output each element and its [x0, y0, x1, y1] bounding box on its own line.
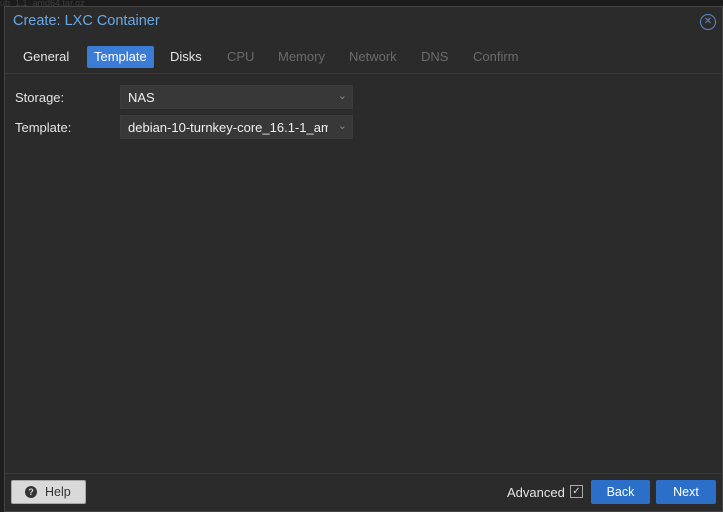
tab-general[interactable]: General [16, 46, 76, 68]
tab-disks[interactable]: Disks [163, 46, 209, 68]
close-icon[interactable]: ✕ [700, 14, 716, 30]
chevron-down-icon[interactable]: ⌄ [338, 89, 347, 102]
template-select[interactable]: debian-10-turnkey-core_16.1-1_amd64.tar.… [120, 115, 353, 139]
template-value: debian-10-turnkey-core_16.1-1_amd64.tar.… [128, 120, 328, 135]
tab-dns: DNS [421, 49, 449, 64]
dialog-title: Create: LXC Container [13, 13, 160, 29]
help-button[interactable]: ? Help [11, 480, 86, 504]
advanced-label: Advanced [507, 485, 565, 500]
storage-select[interactable]: NAS ⌄ [120, 85, 353, 109]
tab-cpu: CPU [227, 49, 255, 64]
chevron-down-icon[interactable]: ⌄ [338, 119, 347, 132]
wizard-tabs: General Template Disks CPU Memory Networ… [5, 41, 722, 74]
create-lxc-dialog: Create: LXC Container ✕ General Template… [4, 6, 723, 512]
dialog-titlebar: Create: LXC Container ✕ [5, 7, 722, 37]
tab-template[interactable]: Template [87, 46, 154, 68]
tab-network: Network [349, 49, 397, 64]
storage-row: Storage: NAS ⌄ [15, 85, 355, 109]
advanced-checkbox[interactable]: ✓ [570, 485, 583, 498]
back-button[interactable]: Back [591, 480, 650, 504]
help-button-label: Help [45, 485, 71, 499]
tab-confirm: Confirm [473, 49, 519, 64]
next-button[interactable]: Next [656, 480, 716, 504]
dialog-footer: ? Help Advanced ✓ Back Next [5, 473, 722, 511]
tab-memory: Memory [278, 49, 325, 64]
storage-label: Storage: [15, 90, 65, 105]
template-row: Template: debian-10-turnkey-core_16.1-1_… [15, 115, 355, 139]
template-label: Template: [15, 120, 72, 135]
question-circle-icon: ? [25, 486, 37, 498]
storage-value: NAS [128, 90, 155, 105]
